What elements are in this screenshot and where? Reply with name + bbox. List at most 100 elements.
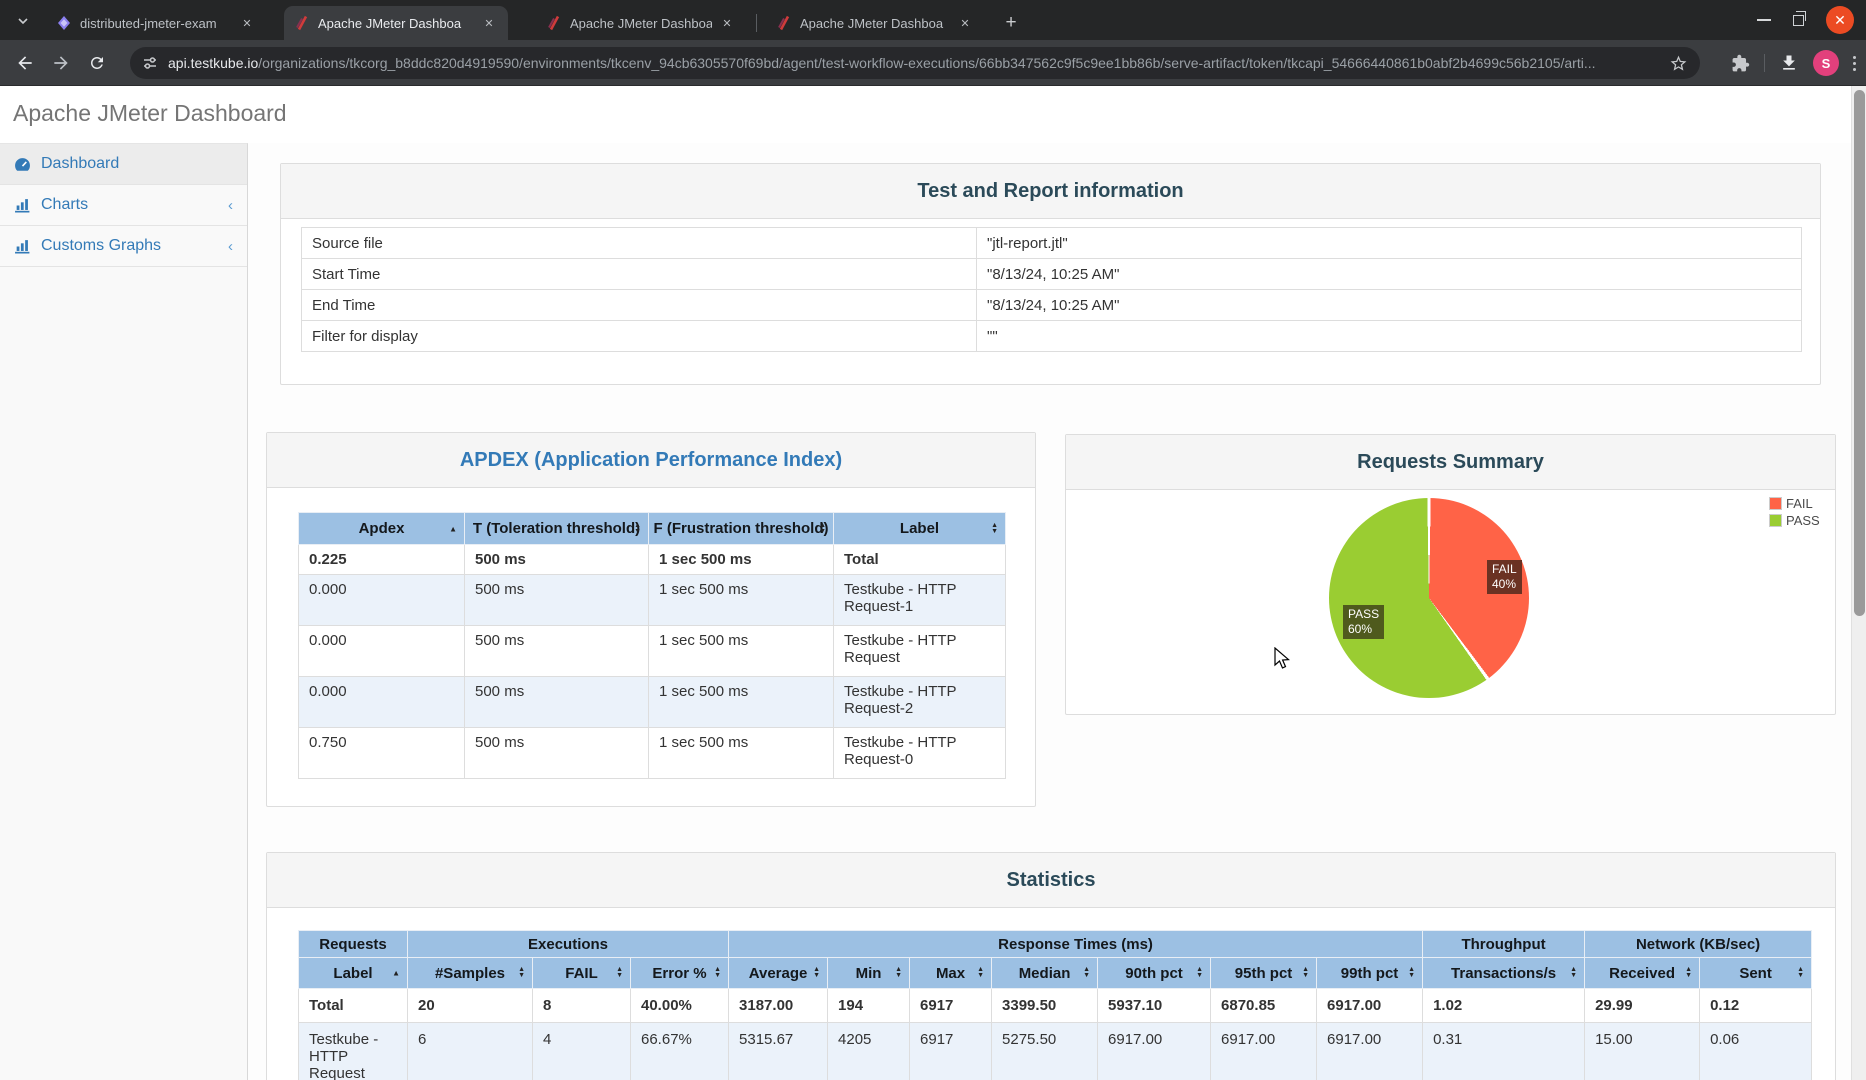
table-row: 0.000500 ms 1 sec 500 msTestkube - HTTP … [299,677,1006,728]
chevron-left-icon: ‹ [228,238,233,255]
toolbar-right-cluster: S [1731,47,1856,79]
table-row: Source file "jtl-report.jtl" [302,228,1802,259]
panel-heading: Test and Report information [281,164,1820,219]
window-minimize-button[interactable] [1757,19,1771,21]
test-report-info-table: Source file "jtl-report.jtl" Start Time … [301,227,1802,352]
window-close-button[interactable]: ✕ [1826,6,1854,34]
column-header-99pct[interactable]: 99th pct▲▼ [1317,958,1423,989]
apdex-panel: APDEX (Application Performance Index) Ap… [266,432,1036,807]
sidebar-item-dashboard[interactable]: Dashboard [0,144,247,185]
column-header-received[interactable]: Received▲▼ [1585,958,1700,989]
back-button[interactable] [10,48,40,78]
browser-tabstrip: distributed-jmeter-exam ✕ Apache JMeter … [0,0,1866,40]
info-label: Source file [302,228,977,259]
sidebar-item-customs-graphs[interactable]: Customs Graphs ‹ [0,226,247,267]
bookmark-star-icon[interactable] [1669,54,1688,73]
page-scrollbar[interactable] [1851,86,1866,1080]
column-header-apdex[interactable]: Apdex▲ [299,513,465,545]
jmeter-icon [546,15,562,31]
profile-avatar[interactable]: S [1813,50,1839,76]
info-value: "" [977,321,1802,352]
jmeter-icon [776,15,792,31]
sort-icon: ▲▼ [895,967,902,979]
forward-button[interactable] [46,48,76,78]
tab-close-icon[interactable]: ✕ [956,14,974,32]
tab-close-icon[interactable]: ✕ [480,14,498,32]
column-header-transactions[interactable]: Transactions/s▲▼ [1423,958,1585,989]
panel-heading: Requests Summary [1066,435,1835,490]
tab-jmeter-dashboard-3[interactable]: Apache JMeter Dashboa ✕ [766,6,984,40]
sidebar-item-charts[interactable]: Charts ‹ [0,185,247,226]
window-controls: ✕ [1757,4,1854,36]
column-header-min[interactable]: Min▲▼ [828,958,910,989]
tab-jmeter-dashboard-1[interactable]: Apache JMeter Dashboa ✕ [284,6,508,40]
site-info-icon[interactable] [142,55,158,71]
column-header-90pct[interactable]: 90th pct▲▼ [1098,958,1211,989]
tab-close-icon[interactable]: ✕ [238,14,256,32]
reload-icon [88,54,106,72]
panel-heading: APDEX (Application Performance Index) [267,433,1035,488]
url-bar[interactable]: api.testkube.io/organizations/tkcorg_b8d… [130,47,1700,79]
tab-separator [756,14,757,32]
sidebar-item-label: Customs Graphs [41,237,161,255]
column-header-label[interactable]: Label▲ [299,958,408,989]
jmeter-icon [294,15,310,31]
sort-icon: ▲▼ [1570,967,1577,979]
sort-icon: ▲▼ [1408,967,1415,979]
table-row: 0.000500 ms 1 sec 500 msTestkube - HTTP … [299,575,1006,626]
forward-arrow-icon [51,53,71,73]
requests-summary-panel: Requests Summary FAIL 40% PASS 60% FAIL … [1065,434,1836,715]
tab-title: Apache JMeter Dashboa [570,16,712,31]
tab-search-button[interactable] [8,8,38,34]
url-text: api.testkube.io/organizations/tkcorg_b8d… [168,55,1669,71]
tab-distributed-jmeter[interactable]: distributed-jmeter-exam ✕ [46,6,266,40]
group-header-executions: Executions [408,931,729,958]
table-header-row: Label▲ #Samples▲▼ FAIL▲▼ Error %▲▼ Avera… [299,958,1812,989]
reload-button[interactable] [82,48,112,78]
table-row: Testkube - HTTP Request6 466.67% 5315.67… [299,1023,1812,1080]
group-header-throughput: Throughput [1423,931,1585,958]
column-header-samples[interactable]: #Samples▲▼ [408,958,533,989]
pie-slice-label-pass: PASS 60% [1343,605,1384,639]
legend-swatch-fail [1769,497,1782,510]
sort-icon: ▲▼ [1083,967,1090,979]
tab-jmeter-dashboard-2[interactable]: Apache JMeter Dashboa ✕ [536,6,746,40]
url-domain: api.testkube.io [168,55,258,71]
bar-chart-icon [14,197,31,214]
column-header-average[interactable]: Average▲▼ [729,958,828,989]
downloads-icon[interactable] [1779,53,1799,73]
apdex-table: Apdex▲ T (Toleration threshold)▲▼ F (Fru… [298,512,1006,779]
column-header-error[interactable]: Error %▲▼ [631,958,729,989]
panel-title: Statistics [1007,869,1096,892]
sidebar-item-label: Dashboard [41,155,119,173]
page: Apache JMeter Dashboard Dashboard Charts… [0,86,1866,1080]
page-header: Apache JMeter Dashboard [0,86,1866,143]
sidebar: Dashboard Charts ‹ Customs Graphs ‹ [0,143,248,1080]
sort-icon: ▲▼ [819,523,826,535]
scrollbar-thumb[interactable] [1854,90,1865,616]
new-tab-button[interactable]: + [998,10,1024,36]
column-header-sent[interactable]: Sent▲▼ [1700,958,1812,989]
sort-icon: ▲▼ [714,967,721,979]
column-header-max[interactable]: Max▲▼ [910,958,992,989]
browser-menu-icon[interactable] [1853,56,1856,71]
info-label: Start Time [302,259,977,290]
test-report-info-panel: Test and Report information Source file … [280,163,1821,385]
column-header-median[interactable]: Median▲▼ [992,958,1098,989]
tab-close-icon[interactable]: ✕ [718,14,736,32]
chart-legend: FAIL PASS [1769,496,1820,530]
group-header-requests: Requests [299,931,408,958]
column-header-frustration[interactable]: F (Frustration threshold)▲▼ [649,513,834,545]
column-header-95pct[interactable]: 95th pct▲▼ [1211,958,1317,989]
window-restore-button[interactable] [1793,15,1804,26]
legend-item-fail: FAIL [1769,496,1820,511]
table-row: 0.000500 ms 1 sec 500 msTestkube - HTTP … [299,626,1006,677]
extensions-icon[interactable] [1731,54,1750,73]
panel-heading: Statistics [267,853,1835,908]
column-header-label[interactable]: Label▲▼ [834,513,1006,545]
column-header-fail[interactable]: FAIL▲▼ [533,958,631,989]
bar-chart-icon [14,238,31,255]
url-path: /organizations/tkcorg_b8ddc820d4919590/e… [258,55,1595,71]
column-header-toleration[interactable]: T (Toleration threshold)▲▼ [465,513,649,545]
table-group-header-row: Requests Executions Response Times (ms) … [299,931,1812,958]
